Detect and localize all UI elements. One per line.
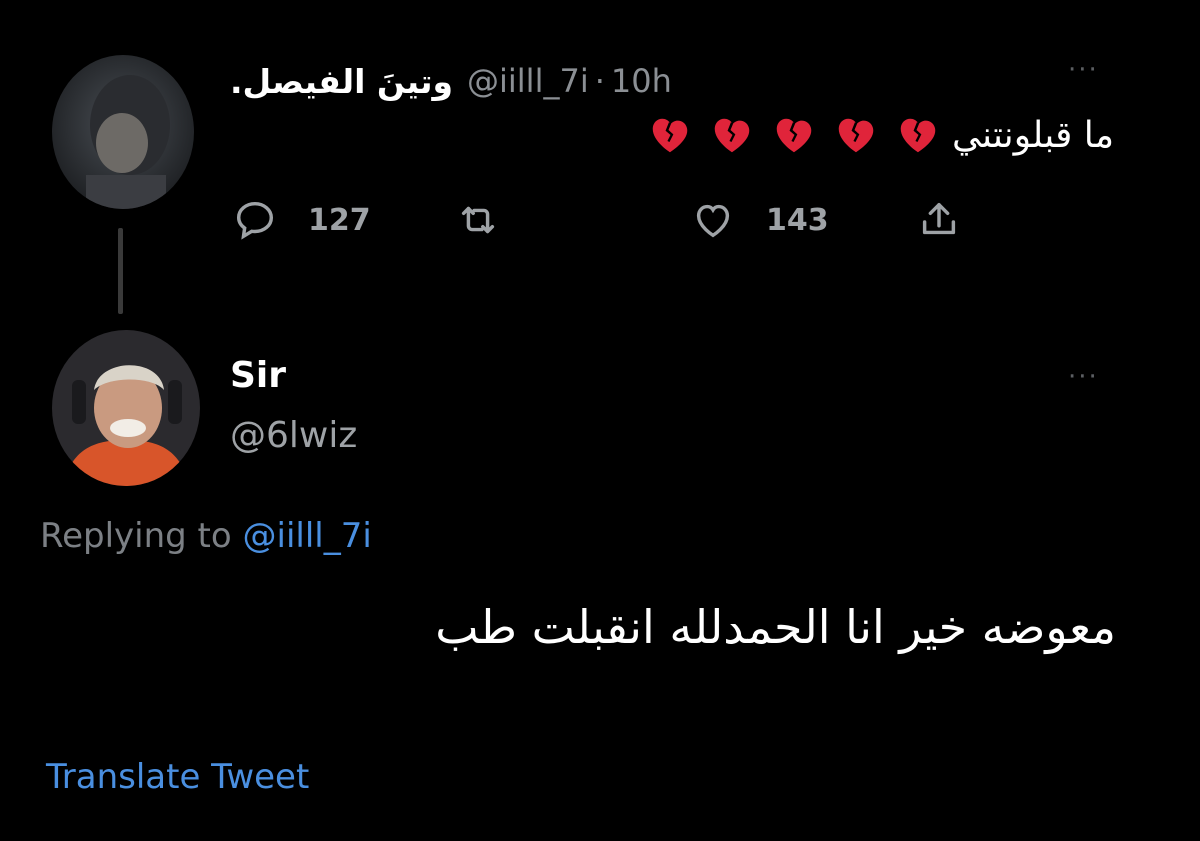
thread-connector-line — [118, 228, 123, 314]
translate-tweet-link[interactable]: Translate Tweet — [46, 757, 309, 797]
replying-to-line: Replying to @iilll_7i — [40, 516, 372, 556]
tweet1-text: ما قبلونتني — [646, 112, 1114, 158]
tweet1-body: ما قبلونتني — [951, 114, 1114, 156]
avatar-image — [52, 330, 200, 486]
replying-mention-link[interactable]: @iilll_7i — [243, 516, 372, 556]
tweet2-body: معوضه خير انا الحمدلله انقبلت طب — [435, 600, 1116, 654]
avatar-sir[interactable] — [52, 330, 200, 486]
tweet2-display-name[interactable]: Sir — [230, 355, 286, 396]
share-icon — [922, 202, 956, 235]
avatar-image — [52, 55, 194, 209]
broken-heart-icon — [652, 118, 688, 153]
tweet1-meta: @iilll_7i · 10h — [467, 62, 672, 100]
tweet2-handle[interactable]: @6lwiz — [230, 415, 357, 456]
reply-icon — [236, 201, 274, 240]
tweet1-display-name[interactable]: وتينَ الفيصل. — [230, 62, 453, 101]
tweet1-header: وتينَ الفيصل. @iilll_7i · 10h — [230, 56, 672, 106]
replying-prefix: Replying to — [40, 516, 232, 556]
tweet2-more-button[interactable]: ··· — [1068, 362, 1099, 392]
like-action[interactable]: 143 — [690, 192, 829, 248]
tweet1-more-button[interactable]: ··· — [1068, 55, 1099, 85]
broken-heart-emojis — [646, 112, 942, 158]
retweet-action[interactable] — [455, 192, 531, 248]
avatar-vteen[interactable] — [52, 55, 194, 209]
heart-icon — [696, 204, 730, 238]
tweet1-time[interactable]: 10h — [611, 62, 672, 100]
reply-action[interactable]: 127 — [232, 192, 371, 248]
broken-heart-icon — [714, 118, 750, 153]
tweet1-handle[interactable]: @iilll_7i — [467, 62, 589, 100]
broken-heart-icon — [900, 118, 936, 153]
broken-heart-icon — [838, 118, 874, 153]
retweet-icon — [461, 206, 495, 234]
tweet1-separator: · — [594, 62, 605, 100]
share-action[interactable] — [916, 192, 962, 248]
like-count: 143 — [766, 202, 829, 238]
reply-count: 127 — [308, 202, 371, 238]
broken-heart-icon — [776, 118, 812, 153]
